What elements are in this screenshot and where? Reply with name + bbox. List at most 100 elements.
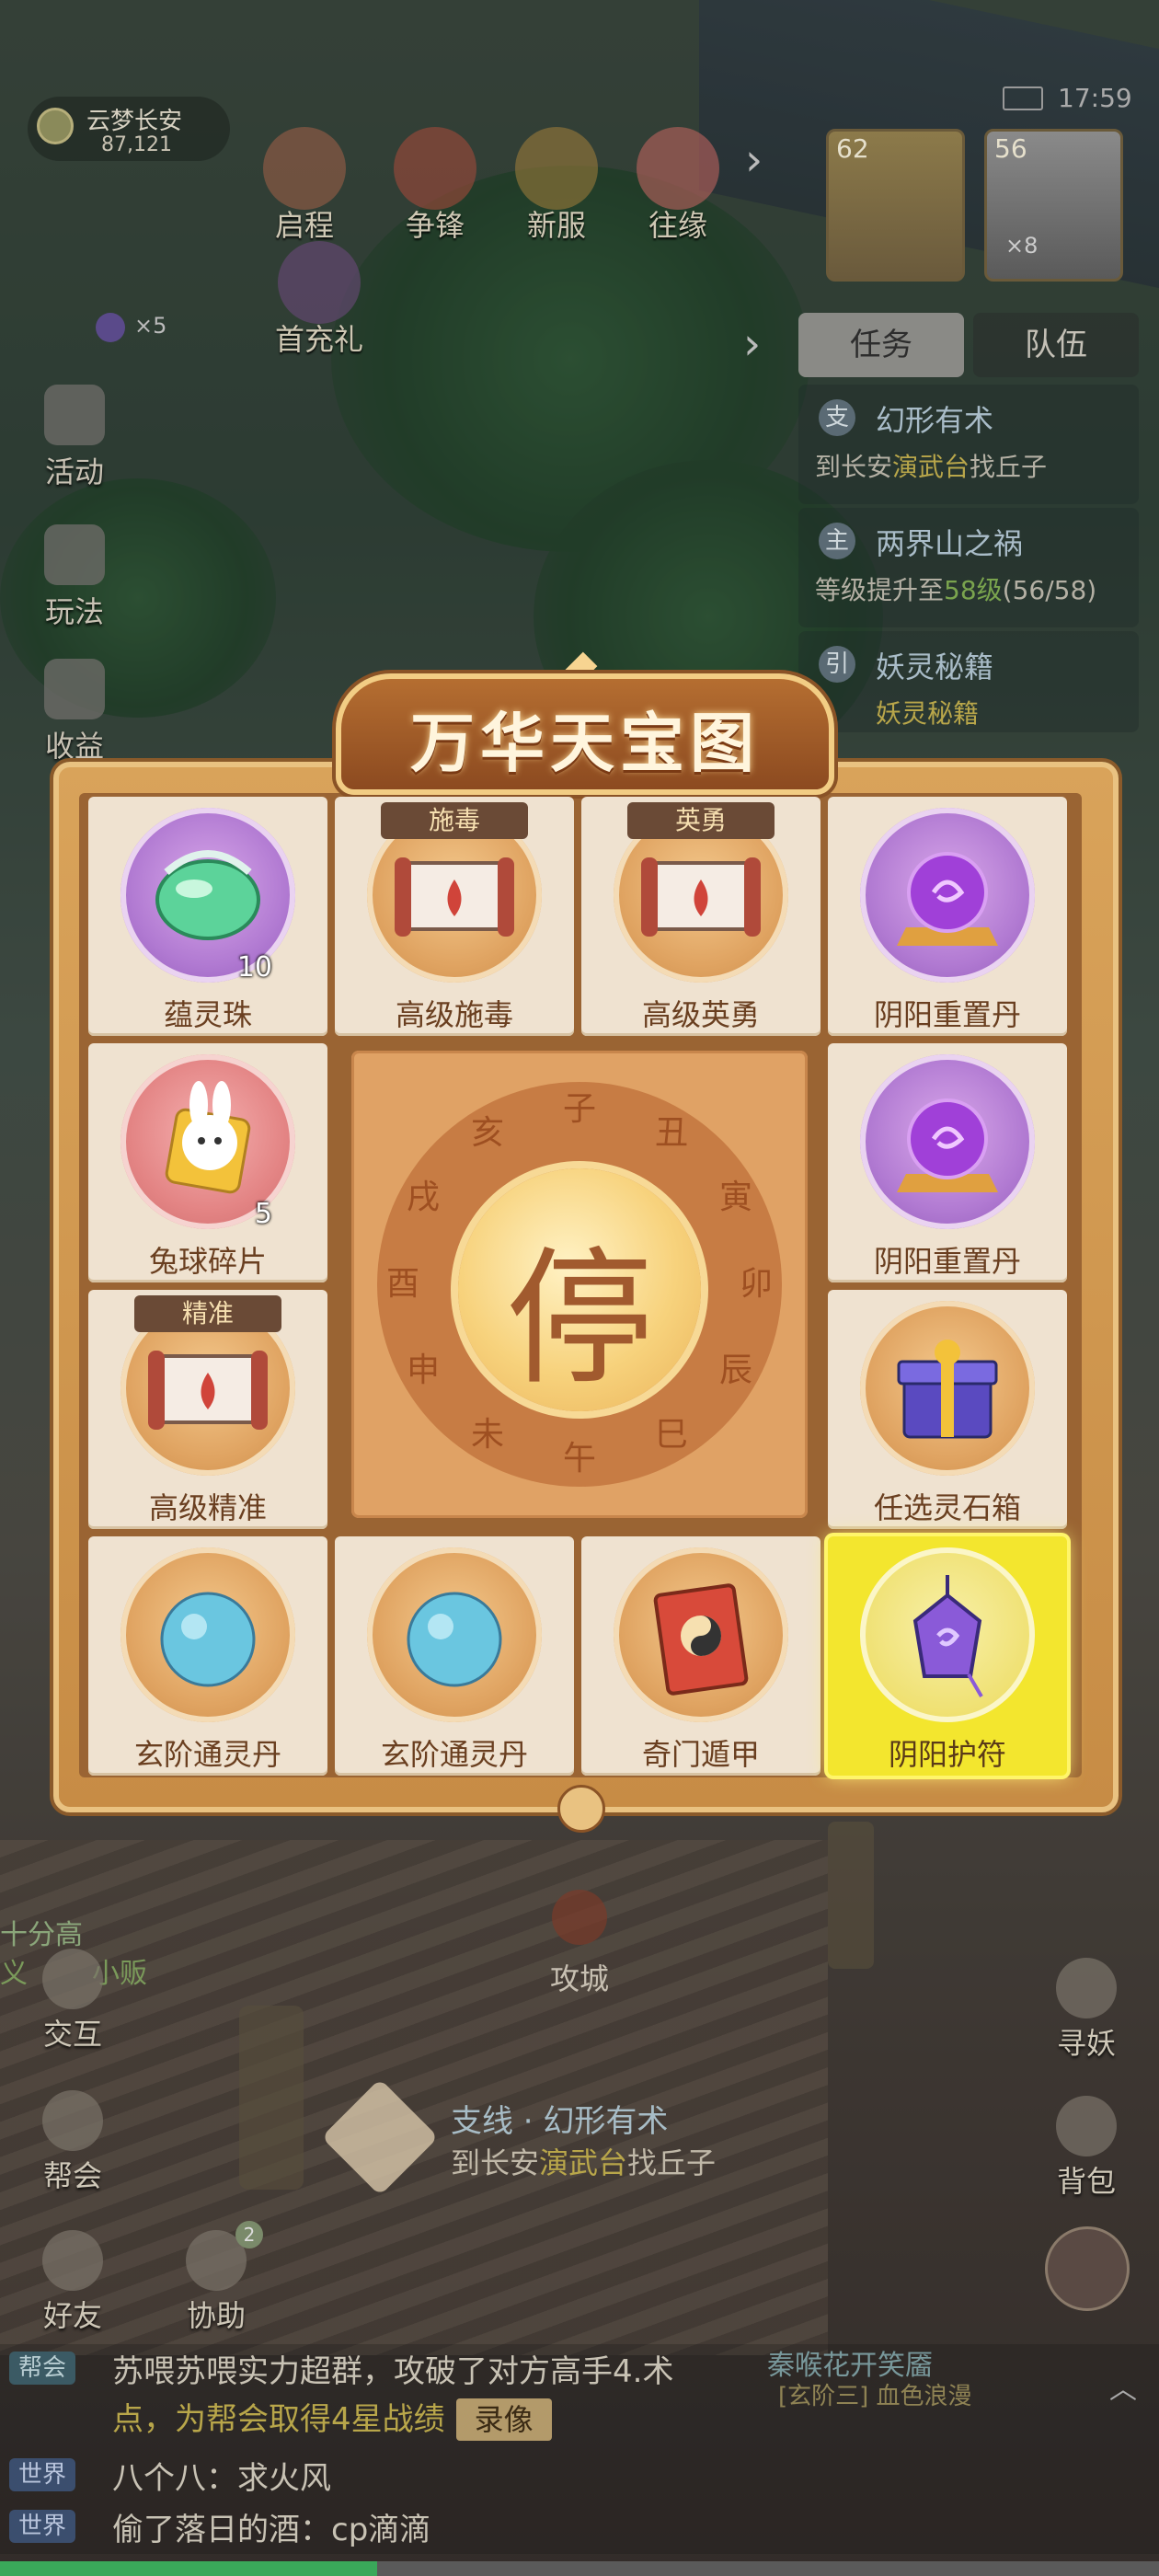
ring-char: 未: [470, 1416, 504, 1454]
ring-char: 午: [562, 1440, 596, 1478]
purple-orb-icon: [897, 852, 998, 946]
reward-cell-8[interactable]: 任选灵石箱: [828, 1290, 1067, 1529]
reward-cell-4[interactable]: 阴阳重置丹: [828, 797, 1067, 1036]
reward-cell-12-selected[interactable]: 阴阳护符: [828, 1536, 1067, 1776]
quest-title: 两界山之祸: [876, 526, 1024, 561]
quest-item[interactable]: 支 幻形有术 到长安演武台找丘子: [798, 385, 1139, 504]
chat-message: 点，为帮会取得4星战绩 录像: [0, 2392, 1159, 2444]
chat-text: 八个八：求火风: [112, 2460, 331, 2497]
replay-button[interactable]: 录像: [455, 2398, 552, 2441]
reward-cell-1[interactable]: 10 蕴灵珠: [88, 797, 327, 1036]
item-tag: 英勇: [627, 802, 775, 839]
reward-cell-2[interactable]: 施毒 高级施毒: [335, 797, 574, 1036]
chat-text: 苏喂苏喂实力超群，攻破了对方高手4.术: [112, 2353, 674, 2390]
guild-icon: [42, 2090, 103, 2151]
chat-message: 世界 八个八：求火风: [0, 2451, 1159, 2497]
friends-icon: [42, 2230, 103, 2291]
clock: 17:59: [1058, 83, 1132, 113]
chat-message: 世界 偷了落日的酒：cp滴滴: [0, 2502, 1159, 2548]
dialog-title-plaque: 万华天宝图: [336, 673, 834, 795]
gift-icon: [278, 241, 361, 324]
tab-team[interactable]: 队伍: [973, 313, 1139, 377]
reward-cell-6[interactable]: 阴阳重置丹: [828, 1043, 1067, 1282]
zhengfeng-label: 争锋: [405, 208, 465, 243]
ring-char: 辰: [718, 1351, 752, 1389]
channel-badge: 世界: [9, 2458, 75, 2491]
reward-cell-5[interactable]: 5 兔球碎片: [88, 1043, 327, 1282]
siege-button[interactable]: 攻城: [515, 1890, 644, 2000]
blue-pill-icon: [160, 1592, 256, 1687]
medal: [860, 1054, 1035, 1229]
item-name: 阴阳护符: [888, 1737, 1006, 1772]
reward-cell-3[interactable]: 英勇 高级英勇: [581, 797, 820, 1036]
first-recharge-button[interactable]: 首充礼: [259, 241, 379, 357]
item-name: 玄阶通灵丹: [133, 1737, 281, 1772]
activity-button[interactable]: 活动: [24, 385, 125, 495]
item-quantity: 5: [254, 1198, 272, 1230]
ring-char: 寅: [718, 1179, 752, 1216]
quest-item[interactable]: 引 妖灵秘籍 妖灵秘籍: [798, 631, 1139, 732]
siege-label: 攻城: [549, 1961, 609, 1996]
party-member-avatar[interactable]: 62: [826, 129, 965, 282]
medal: [120, 1547, 295, 1722]
ring-char: 戌: [406, 1179, 440, 1216]
gameplay-label: 玩法: [44, 594, 104, 629]
quest-item[interactable]: 主 两界山之祸 等级提升至58级(56/58): [798, 508, 1139, 627]
qicheng-button[interactable]: 启程: [254, 127, 355, 243]
wangyuan-button[interactable]: 往缘: [627, 127, 729, 243]
medal: [860, 808, 1035, 983]
quest-title: 妖灵秘籍: [876, 650, 994, 684]
interact-button[interactable]: 交互: [22, 1949, 123, 2059]
gameplay-icon: [44, 524, 105, 585]
seek-monster-label: 寻妖: [1056, 2026, 1116, 2061]
stop-button[interactable]: 停: [458, 1168, 701, 1411]
quest-desc: 到长安演武台找丘子: [815, 452, 1048, 482]
gameplay-button[interactable]: 玩法: [24, 524, 125, 635]
reward-cell-10[interactable]: 玄阶通灵丹: [335, 1536, 574, 1776]
channel-badge: 帮会: [9, 2352, 75, 2385]
member-level: 62: [836, 133, 869, 164]
chevron-right-icon[interactable]: ›: [743, 318, 761, 370]
interact-icon: [42, 1949, 103, 2009]
activity-icon: [44, 385, 105, 445]
party-member-avatar[interactable]: 56 ×8: [984, 129, 1123, 282]
tab-tasks[interactable]: 任务: [798, 313, 964, 377]
zhengfeng-button[interactable]: 争锋: [384, 127, 486, 243]
bottom-bar: [0, 2561, 1159, 2576]
ring-char: 巳: [654, 1416, 688, 1454]
qicheng-label: 启程: [274, 208, 334, 243]
item-quantity: 10: [236, 951, 272, 983]
quest-desc: 妖灵秘籍: [876, 698, 980, 729]
reward-cell-9[interactable]: 玄阶通灵丹: [88, 1536, 327, 1776]
task-tracker[interactable]: 支线 · 幻形有术 到长安演武台找丘子: [321, 2078, 809, 2196]
first-recharge-label: 首充礼: [274, 322, 363, 357]
settings-flower-icon[interactable]: [1045, 2226, 1130, 2311]
heart-charm-icon: [637, 127, 719, 210]
battle-icon: [394, 127, 476, 210]
dialog-title: 万华天宝图: [410, 705, 760, 781]
item-name: 兔球碎片: [148, 1244, 267, 1279]
scroll-icon: [263, 127, 346, 210]
backpack-button[interactable]: 背包: [1036, 2096, 1137, 2206]
quest-diamond-icon: [321, 2078, 439, 2196]
purple-orb-icon: [897, 1098, 998, 1192]
monster-icon: [1056, 1958, 1117, 2018]
friends-button[interactable]: 好友: [22, 2230, 123, 2340]
medal: [860, 1301, 1035, 1476]
chat-message: 帮会 苏喂苏喂实力超群，攻破了对方高手4.术: [0, 2344, 1159, 2390]
location-info[interactable]: 云梦长安 87,121: [28, 97, 230, 161]
chat-panel[interactable]: 帮会 苏喂苏喂实力超群，攻破了对方高手4.术 点，为帮会取得4星战绩 录像 世界 …: [0, 2344, 1159, 2554]
reward-cell-7[interactable]: 精准 高级精准: [88, 1290, 327, 1529]
reward-cell-11[interactable]: 奇门遁甲: [581, 1536, 820, 1776]
backpack-label: 背包: [1056, 2164, 1116, 2199]
chevron-right-icon[interactable]: ›: [745, 134, 763, 186]
seek-monster-button[interactable]: 寻妖: [1036, 1958, 1137, 2068]
xinfu-button[interactable]: 新服: [506, 127, 607, 243]
wangyuan-label: 往缘: [648, 208, 707, 243]
chat-text: 偷了落日的酒：cp滴滴: [112, 2512, 431, 2548]
guild-button[interactable]: 帮会: [22, 2090, 123, 2201]
income-button[interactable]: 收益: [24, 659, 125, 769]
chevron-up-icon[interactable]: ︿: [1109, 2366, 1137, 2407]
item-name: 任选灵石箱: [873, 1490, 1021, 1525]
quest-badge: 支: [819, 399, 855, 436]
